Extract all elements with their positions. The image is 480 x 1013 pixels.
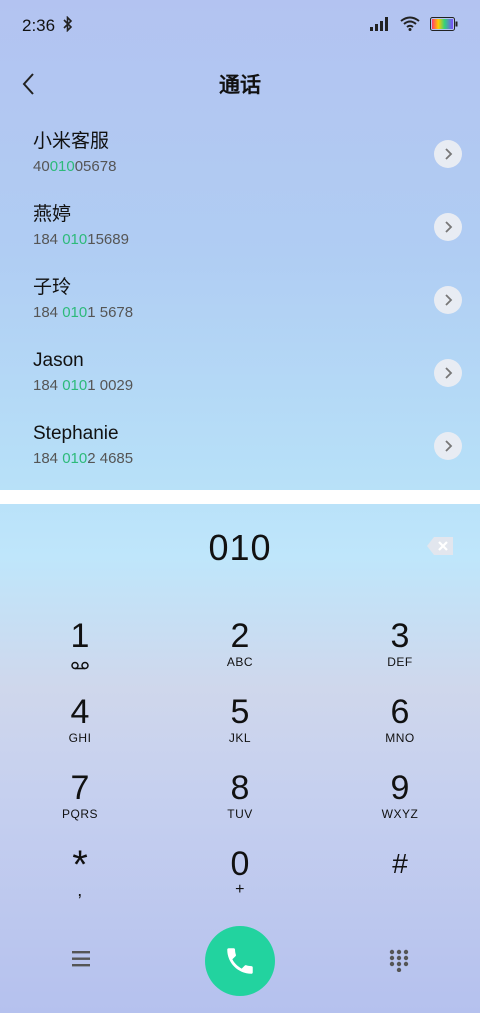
contact-number: 4001005678 — [33, 158, 117, 175]
dial-display: 010 — [0, 522, 480, 574]
contact-detail-button[interactable] — [434, 432, 462, 460]
divider — [0, 490, 480, 504]
contact-name: 小米客服 — [33, 131, 110, 152]
key-1[interactable]: 1 — [0, 618, 160, 694]
key-8[interactable]: 8 TUV — [160, 770, 320, 846]
contact-number: 184 0102 4685 — [33, 450, 134, 467]
contact-detail-button[interactable] — [434, 359, 462, 387]
call-button[interactable] — [205, 926, 275, 996]
key-9[interactable]: 9 WXYZ — [320, 770, 480, 846]
page-title: 通话 — [219, 74, 261, 97]
backspace-button[interactable] — [426, 536, 454, 556]
contact-detail-button[interactable] — [434, 213, 462, 241]
contact-list: 小米客服 4001005678 燕婷 184 01015689 子玲 184 0… — [0, 118, 480, 483]
key-6[interactable]: 6 MNO — [320, 694, 480, 770]
status-bar: 2:36 — [0, 0, 480, 52]
dialpad-toggle-button[interactable] — [388, 948, 410, 973]
key-4[interactable]: 4 GHI — [0, 694, 160, 770]
chevron-right-icon — [445, 148, 453, 160]
list-item[interactable]: 燕婷 184 01015689 — [0, 191, 480, 264]
contact-number: 184 0101 0029 — [33, 377, 134, 394]
key-0[interactable]: 0 + — [160, 846, 320, 922]
phone-icon — [227, 948, 253, 974]
signal-icon — [370, 16, 390, 36]
key-5[interactable]: 5 JKL — [160, 694, 320, 770]
wifi-icon — [400, 16, 420, 36]
chevron-right-icon — [445, 440, 453, 452]
bottom-bar — [0, 924, 480, 996]
list-item[interactable]: Stephanie 184 0102 4685 — [0, 410, 480, 483]
battery-icon — [430, 16, 458, 36]
key-3[interactable]: 3 DEF — [320, 618, 480, 694]
contact-detail-button[interactable] — [434, 286, 462, 314]
key-7[interactable]: 7 PQRS — [0, 770, 160, 846]
list-item[interactable]: 子玲 184 0101 5678 — [0, 264, 480, 337]
status-time: 2:36 — [22, 16, 56, 35]
voicemail-icon — [71, 657, 89, 675]
key-hash[interactable]: # — [320, 846, 480, 922]
header: 通话 — [0, 58, 480, 110]
key-2[interactable]: 2 ABC — [160, 618, 320, 694]
keypad: 1 2 ABC 3 DEF 4 GHI 5 JKL 6 MNO 7 PQRS 8… — [0, 618, 480, 922]
contact-detail-button[interactable] — [434, 140, 462, 168]
dialed-number: 010 — [208, 527, 272, 568]
bluetooth-icon — [63, 15, 73, 37]
backspace-icon — [427, 537, 453, 555]
contact-name: Stephanie — [33, 423, 119, 444]
contact-name: Jason — [33, 350, 84, 371]
contact-number: 184 0101 5678 — [33, 304, 134, 321]
chevron-left-icon — [22, 73, 34, 95]
contact-number: 184 01015689 — [33, 231, 129, 248]
menu-icon — [72, 951, 90, 967]
contact-name: 子玲 — [33, 277, 72, 298]
chevron-right-icon — [445, 294, 453, 306]
list-item[interactable]: Jason 184 0101 0029 — [0, 337, 480, 410]
chevron-right-icon — [445, 221, 453, 233]
contact-name: 燕婷 — [33, 204, 72, 225]
list-item[interactable]: 小米客服 4001005678 — [0, 118, 480, 191]
chevron-right-icon — [445, 367, 453, 379]
back-button[interactable] — [16, 70, 44, 98]
key-star[interactable]: * , — [0, 845, 160, 922]
menu-button[interactable] — [68, 948, 94, 970]
dialpad-icon — [389, 949, 409, 973]
